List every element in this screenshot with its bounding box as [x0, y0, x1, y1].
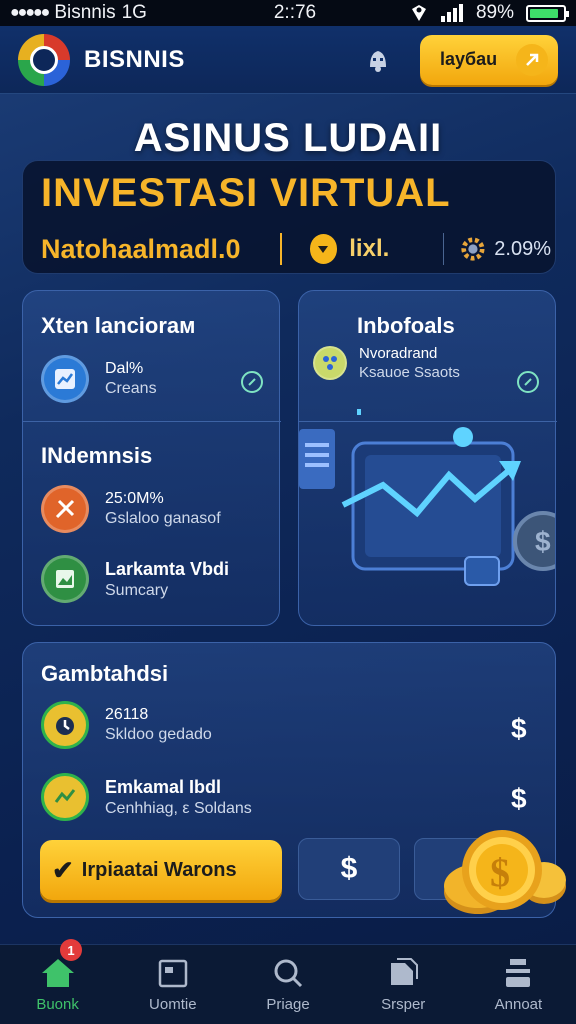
item-title: Larkamta Vbdi — [105, 558, 230, 579]
left-panel: Xten lanciorам Dal% Creans INdemnsis 25:… — [22, 290, 281, 626]
check-circle-icon — [517, 371, 539, 393]
primary-action-label: Irpiaatai Warons — [81, 858, 237, 881]
network-type: 1G — [121, 2, 147, 23]
status-right: 89% — [360, 2, 569, 24]
logo-center — [30, 45, 58, 74]
hero-card: INVESTASI VIRTUAL Natohaalmadl.0 lixl. 2… — [22, 160, 556, 274]
item-text: Emkamal Ibdl Cenhhiag, ε Soldans — [105, 777, 252, 818]
section-heading: INdemnsis — [41, 443, 153, 468]
battery-fill — [530, 8, 559, 18]
app-header: BISNNIS lаyбаu — [0, 26, 576, 94]
stopwatch-icon — [41, 701, 89, 749]
dollar-button[interactable]: $ — [298, 838, 400, 900]
svg-text:$: $ — [490, 850, 510, 895]
right-panel: Inbofoals Nvoradrand Ksauoe Ssaots $ — [298, 290, 557, 626]
item-text: 25:0M% Gslaloo ganasof — [105, 490, 221, 528]
battery-percent: 89% — [475, 2, 514, 23]
bottom-panel-heading: Gambtahdsi — [41, 661, 169, 686]
hero-amount: Natohaalmadl.0 — [41, 233, 241, 264]
item-title: Nvoradrand — [359, 345, 438, 362]
document-icon — [385, 956, 421, 990]
status-left: ●●●●● Bisnnis 1G — [10, 2, 230, 24]
item-subtitle: Ksauoe Ssaots — [359, 364, 460, 381]
list-item[interactable]: Dal% Creans — [41, 355, 157, 403]
bottom-nav: 1 Buonk Uomtie Priage Srsper Annoat — [0, 939, 576, 1024]
divider — [442, 233, 445, 265]
nav-item-profile[interactable]: Annoat — [461, 945, 576, 1024]
notification-badge: 1 — [60, 939, 82, 961]
gold-coins-icon: $ — [444, 830, 566, 914]
sword-icon — [41, 485, 89, 533]
check-icon: ✔ — [52, 854, 74, 885]
item-text: Dal% Creans — [105, 360, 157, 398]
list-item[interactable]: Larkamta Vbdi Sumcary — [41, 555, 229, 603]
home-icon — [40, 956, 76, 990]
divider — [23, 421, 281, 422]
profile-icon — [500, 956, 536, 990]
brand-name: BISNNIS — [84, 45, 185, 73]
item-title: 25:0M% — [105, 490, 164, 507]
hero-title: ASINUS LUDAII — [133, 116, 443, 160]
notification-icon[interactable] — [358, 40, 398, 80]
dollar-icon: $ — [511, 783, 527, 814]
status-time: 2::76 — [273, 2, 317, 23]
hero-stats: Natohaalmadl.0 lixl. 2.09% — [41, 229, 551, 269]
list-item[interactable]: 26118 Skldoo gedado — [41, 701, 212, 749]
image-icon — [41, 555, 89, 603]
item-text: Nvoradrand Ksauoe Ssaots — [359, 345, 460, 381]
chart-icon — [41, 355, 89, 403]
status-bar: ●●●●● Bisnnis 1G 2::76 89% — [0, 0, 576, 26]
item-subtitle: Skldoo gedado — [105, 726, 212, 743]
item-title: Dal% — [105, 360, 144, 377]
hero-percent: 2.09% — [494, 237, 551, 260]
calendar-icon — [155, 956, 191, 990]
header-cta-button[interactable]: lаyбаu — [420, 34, 558, 85]
nav-item-home[interactable]: 1 Buonk — [0, 939, 115, 1024]
carrier-name: Bisnnis — [54, 2, 116, 23]
molecule-icon — [313, 346, 347, 380]
nav-label: Srsper — [381, 996, 426, 1013]
trend-icon — [41, 773, 89, 821]
nav-label: Annoat — [494, 996, 543, 1013]
svg-text:$: $ — [535, 526, 551, 557]
item-subtitle: Sumcary — [105, 581, 169, 599]
hero-headline: INVESTASI VIRTUAL — [41, 171, 451, 215]
growth-chart-illustration: $ — [299, 409, 555, 586]
arrow-up-right-icon — [516, 43, 548, 76]
header-cta-label: lаyбаu — [440, 49, 498, 69]
dollar-icon: $ — [511, 713, 527, 744]
nav-label: Priage — [266, 996, 310, 1013]
signal-bars-icon — [440, 4, 463, 22]
battery-icon — [526, 4, 569, 22]
nav-item-document[interactable]: Srsper — [346, 945, 461, 1024]
gear-icon — [461, 237, 485, 261]
chevron-down-icon — [309, 234, 338, 264]
item-text: 26118 Skldoo gedado — [105, 706, 212, 744]
signal-dots-icon: ●●●●● — [10, 4, 50, 21]
nav-label: Buonk — [36, 996, 79, 1013]
list-item[interactable]: Nvoradrand Ksauoe Ssaots — [313, 345, 460, 381]
nav-label: Uomtie — [149, 996, 197, 1013]
brand-logo[interactable] — [18, 33, 70, 86]
list-item[interactable]: 25:0M% Gslaloo ganasof — [41, 485, 221, 533]
hero-mid-value: lixl. — [349, 235, 390, 262]
divider — [279, 233, 282, 265]
item-subtitle: Creans — [105, 380, 157, 397]
nav-item-calendar[interactable]: Uomtie — [115, 945, 230, 1024]
list-item[interactable]: Emkamal Ibdl Cenhhiag, ε Soldans — [41, 773, 252, 821]
check-circle-icon — [241, 371, 263, 393]
item-text: Larkamta Vbdi Sumcary — [105, 559, 229, 600]
search-icon — [270, 956, 306, 990]
item-subtitle: Cenhhiag, ε Soldans — [105, 799, 252, 817]
item-subtitle: Gslaloo ganasof — [105, 510, 221, 527]
right-panel-heading: Inbofoals — [357, 313, 455, 338]
location-icon — [411, 5, 426, 21]
nav-item-search[interactable]: Priage — [230, 945, 345, 1024]
primary-action-button[interactable]: ✔ Irpiaatai Warons — [40, 840, 282, 900]
item-title: Emkamal Ibdl — [105, 776, 222, 797]
item-title: 26118 — [105, 706, 149, 723]
left-panel-heading: Xten lanciorам — [41, 313, 196, 338]
